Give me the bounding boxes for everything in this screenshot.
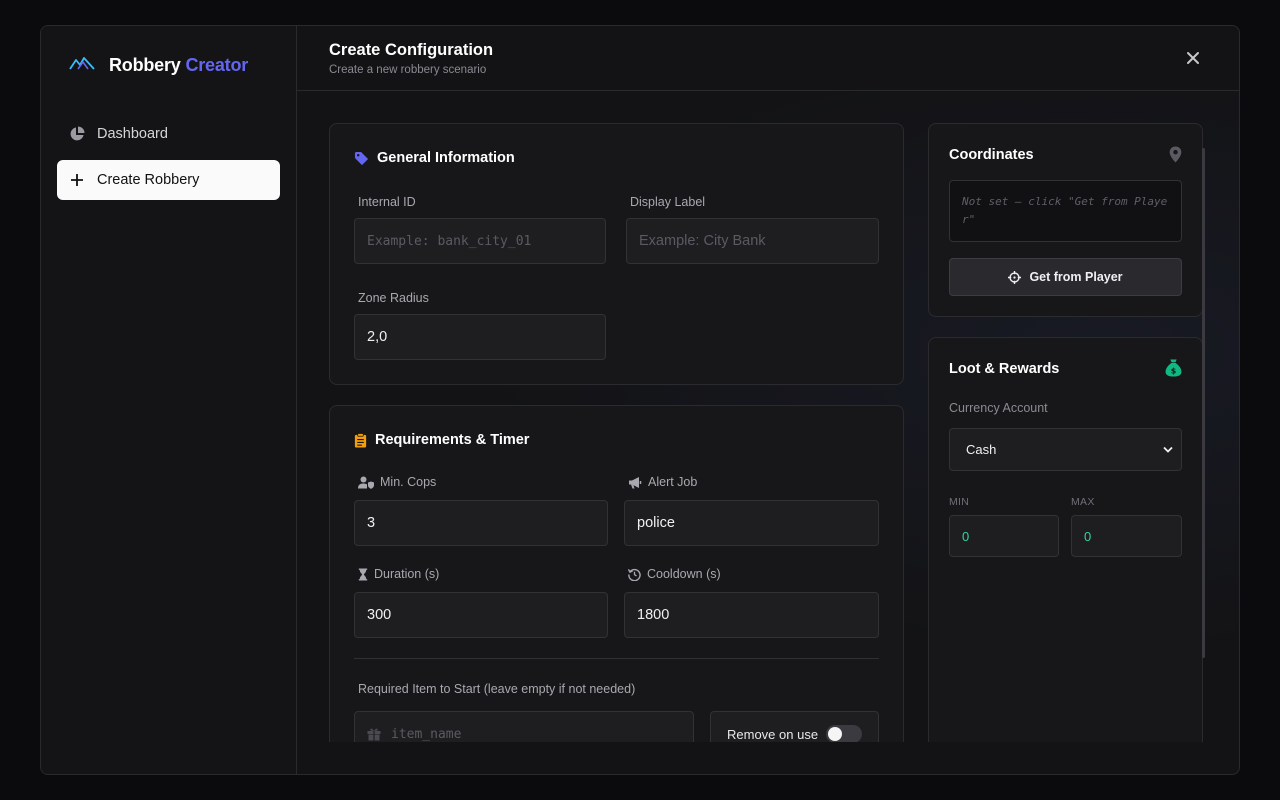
required-item-label: Required Item to Start (leave empty if n… xyxy=(358,682,636,696)
sidebar-item-dashboard[interactable]: Dashboard xyxy=(57,114,280,154)
content-area: General Information Internal ID Example:… xyxy=(297,92,1239,742)
requirements-title: Requirements & Timer xyxy=(354,432,529,448)
sidebar-item-label: Create Robbery xyxy=(97,172,200,188)
get-from-player-button[interactable]: Get from Player xyxy=(949,258,1182,296)
scrollbar[interactable] xyxy=(1202,148,1205,658)
loot-card: Loot & Rewards $ Currency Account Cash M… xyxy=(928,337,1203,742)
cooldown-input[interactable]: 1800 xyxy=(624,592,879,638)
toggle-knob xyxy=(828,727,842,741)
hourglass-icon xyxy=(358,567,368,581)
page-title: Create Configuration xyxy=(329,41,494,59)
megaphone-icon xyxy=(629,476,642,488)
zone-radius-label: Zone Radius xyxy=(358,291,429,305)
main-panel: Create Configuration Create a new robber… xyxy=(297,26,1239,774)
tag-icon xyxy=(354,151,369,165)
coordinates-title: Coordinates xyxy=(949,147,1034,163)
plus-icon xyxy=(69,172,85,188)
remove-on-use-toggle[interactable]: Remove on use xyxy=(710,711,879,742)
zone-radius-input[interactable]: 2,0 xyxy=(354,314,606,360)
max-reward-input[interactable]: 0 xyxy=(1071,515,1182,557)
divider xyxy=(354,658,879,659)
currency-account-label: Currency Account xyxy=(949,401,1048,415)
mountain-icon xyxy=(69,55,95,76)
svg-text:$: $ xyxy=(1171,366,1177,375)
brand-accent: Creator xyxy=(185,55,249,75)
min-label: MIN xyxy=(949,496,970,508)
toggle-switch[interactable] xyxy=(826,725,862,742)
internal-id-input[interactable]: Example: bank_city_01 xyxy=(354,218,606,264)
min-cops-input[interactable]: 3 xyxy=(354,500,608,546)
alert-job-label: Alert Job xyxy=(628,475,697,489)
sidebar-item-create-robbery[interactable]: Create Robbery xyxy=(57,160,280,200)
brand: Robbery Creator xyxy=(69,55,248,76)
history-icon xyxy=(628,568,641,581)
remove-on-use-label: Remove on use xyxy=(727,726,819,742)
general-information-card: General Information Internal ID Example:… xyxy=(329,123,904,385)
sidebar-item-label: Dashboard xyxy=(97,126,168,142)
required-item-input[interactable]: item_name xyxy=(354,711,694,742)
crosshair-icon xyxy=(1008,270,1022,284)
internal-id-label: Internal ID xyxy=(358,195,416,209)
duration-input[interactable]: 300 xyxy=(354,592,608,638)
page-subtitle: Create a new robbery scenario xyxy=(329,64,487,76)
map-pin-icon xyxy=(1169,146,1182,163)
brand-title: Robbery Creator xyxy=(109,55,249,75)
user-shield-icon xyxy=(358,476,374,489)
min-reward-input[interactable]: 0 xyxy=(949,515,1059,557)
duration-label: Duration (s) xyxy=(358,567,439,581)
general-information-title: General Information xyxy=(354,150,515,166)
close-button[interactable] xyxy=(1183,48,1203,68)
coordinates-display: Not set — click "Get from Player" xyxy=(949,180,1182,242)
chevron-down-icon xyxy=(1163,446,1173,453)
loot-title: Loot & Rewards xyxy=(949,361,1060,377)
close-icon xyxy=(1187,52,1199,64)
gift-icon xyxy=(367,728,381,741)
requirements-card: Requirements & Timer Min. Cops 3 Alert J… xyxy=(329,405,904,742)
min-cops-label: Min. Cops xyxy=(358,475,436,489)
alert-job-input[interactable]: police xyxy=(624,500,879,546)
cooldown-label: Cooldown (s) xyxy=(628,567,721,581)
money-bag-icon: $ xyxy=(1165,359,1182,377)
display-label-label: Display Label xyxy=(630,195,706,209)
app-window: Robbery Creator Dashboard Create Robbery… xyxy=(40,25,1240,775)
pie-chart-icon xyxy=(69,126,85,142)
clipboard-icon xyxy=(354,432,367,448)
display-label-input[interactable]: Example: City Bank xyxy=(626,218,879,264)
sidebar: Robbery Creator Dashboard Create Robbery xyxy=(41,26,297,774)
currency-select[interactable]: Cash xyxy=(949,428,1182,471)
max-label: MAX xyxy=(1071,496,1095,508)
coordinates-card: Coordinates Not set — click "Get from Pl… xyxy=(928,123,1203,317)
header: Create Configuration Create a new robber… xyxy=(297,26,1239,91)
